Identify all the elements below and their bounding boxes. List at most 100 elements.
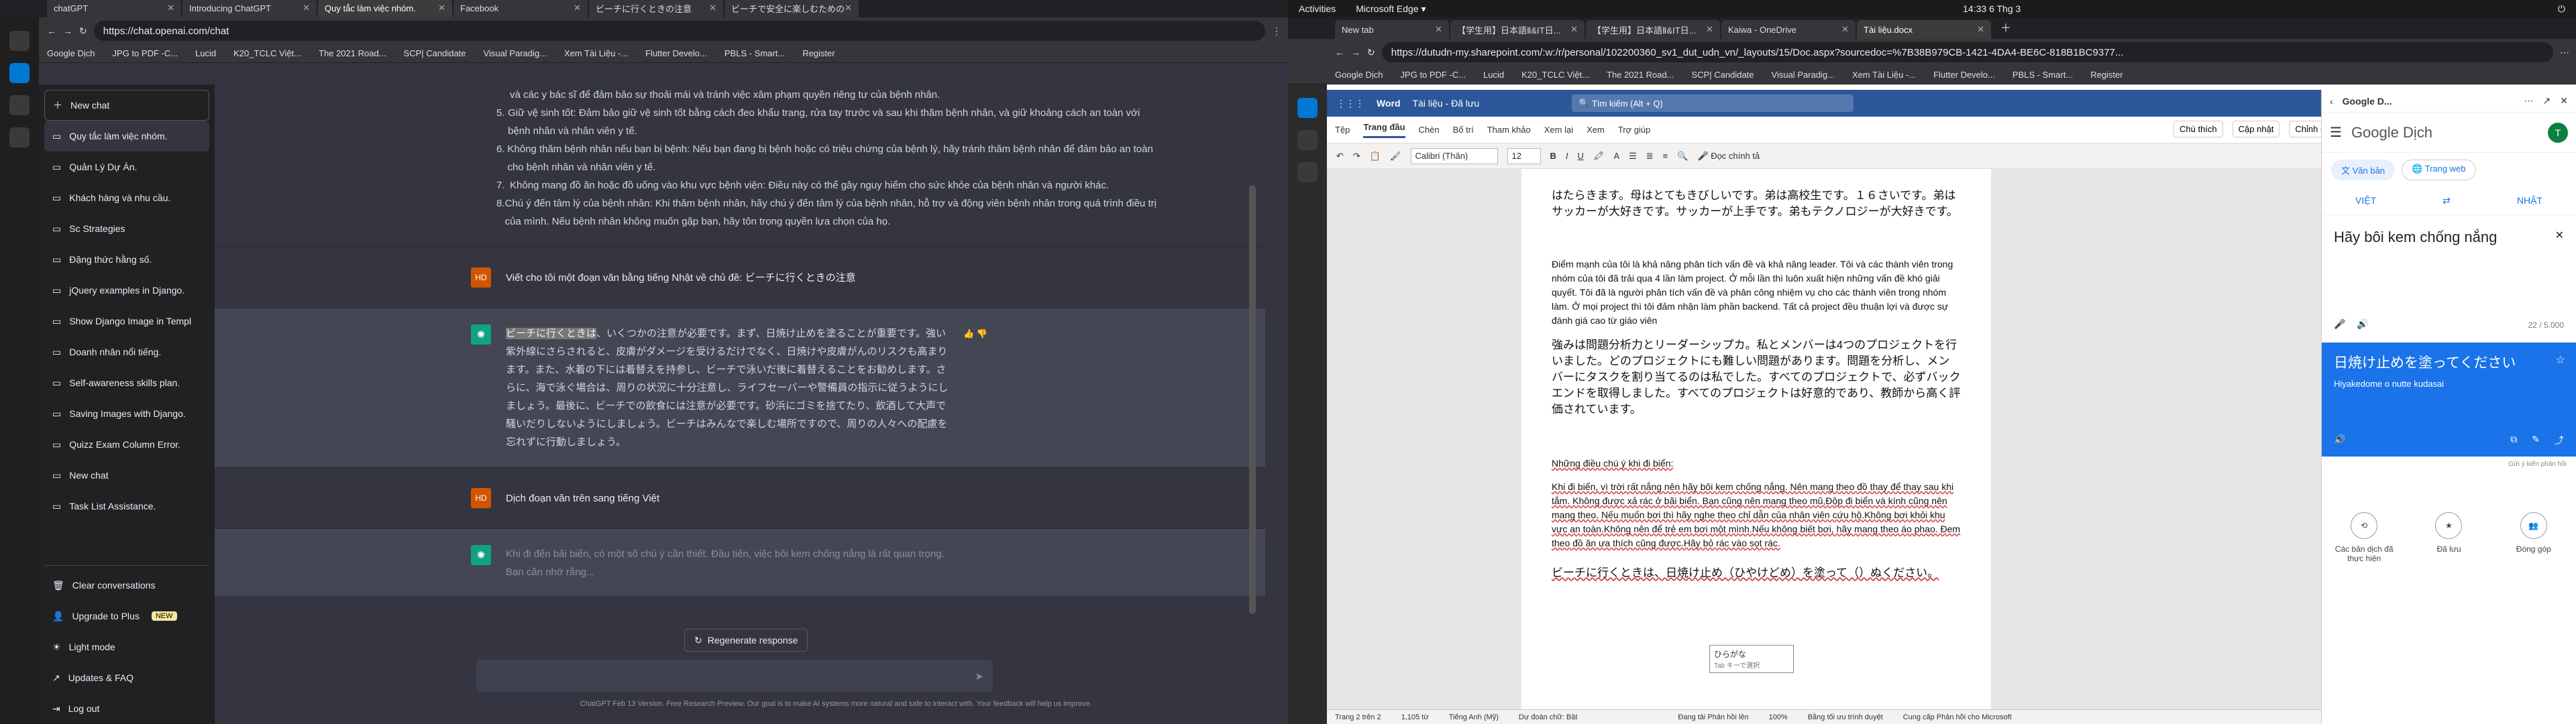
share-icon[interactable]: ⤴ (2555, 434, 2564, 447)
feedback-icons[interactable]: 👍 👎 (963, 324, 987, 451)
close-icon[interactable]: ✕ (2560, 95, 2568, 107)
bookmark-item[interactable]: JPG to PDF -C... (1401, 70, 1466, 80)
word-app-name[interactable]: Word (1377, 98, 1401, 109)
url-field[interactable]: https://chat.openai.com/chat (93, 21, 1265, 41)
numbering-icon[interactable]: ≣ (1646, 151, 1654, 162)
ribbon-tab[interactable]: Trang đầu (1363, 122, 1405, 138)
selected-text[interactable]: ビーチに行くときは (506, 328, 597, 339)
forward-icon[interactable]: → (63, 25, 72, 36)
ribbon-action[interactable]: Cập nhật (2232, 121, 2280, 137)
close-icon[interactable]: ✕ (574, 3, 581, 13)
bullets-icon[interactable]: ☰ (1629, 151, 1637, 162)
tab-web[interactable]: 🌐 Trang web (2402, 160, 2476, 180)
ribbon-tab[interactable]: Xem (1587, 125, 1605, 135)
bookmark-item[interactable]: Register (2090, 70, 2123, 80)
close-icon[interactable]: ✕ (845, 3, 852, 13)
system-tray-icon[interactable]: ⏻ (2558, 3, 2565, 15)
back-icon[interactable]: ← (47, 25, 56, 36)
new-chat-button[interactable]: ＋ New chat (44, 90, 209, 121)
redo-icon[interactable]: ↷ (1353, 151, 1360, 162)
sidebar-item[interactable]: ▭ Quizz Exam Column Error. (44, 429, 209, 460)
ribbon-tab[interactable]: Tệp (1335, 125, 1350, 135)
updates-faq-link[interactable]: ↗ Updates & FAQ (44, 662, 209, 693)
font-size-select[interactable]: 12 (1507, 147, 1541, 164)
tab-student-2[interactable]: 【学生用】日本語Ⅱ&IT日... ✕ (1586, 20, 1720, 39)
sidebar-item[interactable]: ▭ New chat (44, 460, 209, 491)
menu-icon[interactable]: ⋯ (2560, 47, 2569, 58)
bookmark-item[interactable]: PBLS - Smart... (724, 48, 785, 58)
tab-text[interactable]: 文 Văn bản (2331, 160, 2396, 180)
open-external-icon[interactable]: ↗ (2543, 95, 2551, 107)
tab-new[interactable]: New tab ✕ (1335, 20, 1449, 39)
close-icon[interactable]: ✕ (709, 3, 716, 13)
app-icon[interactable] (9, 127, 30, 147)
sidebar-item[interactable]: ▭ Khách hàng và nhu cầu. (44, 182, 209, 213)
star-icon[interactable]: ☆ (2556, 353, 2565, 367)
swap-icon[interactable]: ⇄ (2443, 195, 2451, 206)
tab-beach-1[interactable]: ビーチに行くときの注意 ✕ (589, 0, 723, 17)
edge-icon[interactable] (9, 63, 30, 83)
log-out-button[interactable]: ⇥ Log out (44, 693, 209, 724)
tab-facebook[interactable]: Facebook ✕ (453, 0, 588, 17)
clear-conversations-button[interactable]: 🗑 Clear conversations (44, 570, 209, 601)
reload-icon[interactable]: ↻ (1367, 47, 1375, 58)
light-mode-button[interactable]: ☀ Light mode (44, 631, 209, 662)
bookmark-item[interactable]: Flutter Develo... (1933, 70, 1995, 80)
align-icon[interactable]: ≡ (1663, 151, 1668, 161)
bold-icon[interactable]: B (1550, 151, 1556, 161)
find-icon[interactable]: 🔍 (1677, 151, 1688, 162)
italic-icon[interactable]: I (1566, 151, 1568, 161)
sidebar-item[interactable]: ▭ Sc Strategies (44, 213, 209, 244)
highlight-icon[interactable]: 🖍 (1593, 151, 1605, 162)
copy-icon[interactable]: ⧉ (2510, 434, 2517, 447)
bookmark-item[interactable]: K20_TCLC Việt... (1521, 70, 1589, 80)
files-icon[interactable] (9, 31, 30, 51)
close-icon[interactable]: ✕ (1435, 24, 1442, 35)
bookmark-item[interactable]: The 2021 Road... (1607, 70, 1674, 80)
paste-icon[interactable]: 📋 (1370, 151, 1381, 162)
edit-icon[interactable]: ✎ (2532, 434, 2540, 447)
tab-chatgpt[interactable]: chatGPT ✕ (47, 0, 181, 17)
close-icon[interactable]: ✕ (1706, 24, 1713, 35)
source-language[interactable]: VIỆT (2355, 195, 2376, 206)
activities-button[interactable]: Activities (1299, 3, 1336, 14)
format-painter-icon[interactable]: 🖌 (1390, 151, 1401, 162)
sidebar-item[interactable]: ▭ Show Django Image in Templ (44, 306, 209, 337)
font-color-icon[interactable]: A (1613, 151, 1619, 161)
undo-icon[interactable]: ↶ (1336, 151, 1344, 162)
clock[interactable]: 14:33 6 Thg 3 (1963, 3, 2021, 14)
close-icon[interactable]: ✕ (303, 3, 310, 13)
ime-candidate[interactable]: ひらがな (1714, 648, 1789, 660)
bookmark-item[interactable]: Xem Tài Liệu -... (564, 48, 628, 58)
tab-student-1[interactable]: 【学生用】日本語Ⅱ&IT日... ✕ (1450, 20, 1585, 39)
sidebar-item[interactable]: ▭ Đặng thức hằng số. (44, 244, 209, 275)
history-button[interactable]: ⟲ Các bản dịch đã thực hiện (2330, 512, 2398, 563)
bookmark-item[interactable]: The 2021 Road... (319, 48, 386, 58)
ribbon-tab[interactable]: Trợ giúp (1618, 125, 1651, 135)
avatar[interactable]: T (2548, 122, 2568, 143)
terminal-icon[interactable] (9, 95, 30, 115)
new-tab-button[interactable]: ＋ (1992, 19, 2019, 39)
source-text-area[interactable]: Hãy bôi kem chống nắng ✕ 🎤 🔊 22 / 5.000 (2322, 215, 2576, 343)
doc-name[interactable]: Tài liệu - Đã lưu (1413, 98, 1480, 109)
bookmark-item[interactable]: Visual Paradig... (1772, 70, 1835, 80)
underline-icon[interactable]: U (1578, 151, 1584, 161)
ribbon-tab[interactable]: Xem lại (1544, 125, 1573, 135)
scrollbar[interactable] (1249, 185, 1256, 614)
edge-icon[interactable] (1297, 98, 1318, 118)
more-icon[interactable]: ⋯ (2524, 95, 2534, 107)
apps-grid-icon[interactable]: ⋮⋮⋮ (1336, 98, 1364, 109)
ime-candidate-window[interactable]: ひらがな Tab キーで選択 (1709, 645, 1794, 673)
bookmark-item[interactable]: SCP| Candidate (1692, 70, 1754, 80)
translation-text[interactable]: 日焼け止めを塗ってください (2334, 353, 2535, 373)
feedback-link[interactable]: Gửi ý kiến phản hồi (2322, 457, 2576, 472)
bookmark-item[interactable]: Lucid (1483, 70, 1504, 80)
speaker-icon[interactable]: 🔊 (2334, 434, 2345, 447)
url-field[interactable]: https://dutudn-my.sharepoint.com/:w:/r/p… (1381, 42, 2553, 62)
bookmark-item[interactable]: Lucid (195, 48, 216, 58)
tab-onedrive[interactable]: Kaiwa - OneDrive ✕ (1721, 20, 1856, 39)
regenerate-button[interactable]: ↻ Regenerate response (684, 629, 808, 652)
bookmark-item[interactable]: K20_TCLC Việt... (233, 48, 301, 58)
tab-quy-tac[interactable]: Quy tắc làm việc nhóm. ✕ (318, 0, 452, 17)
close-icon[interactable]: ✕ (1570, 24, 1578, 35)
